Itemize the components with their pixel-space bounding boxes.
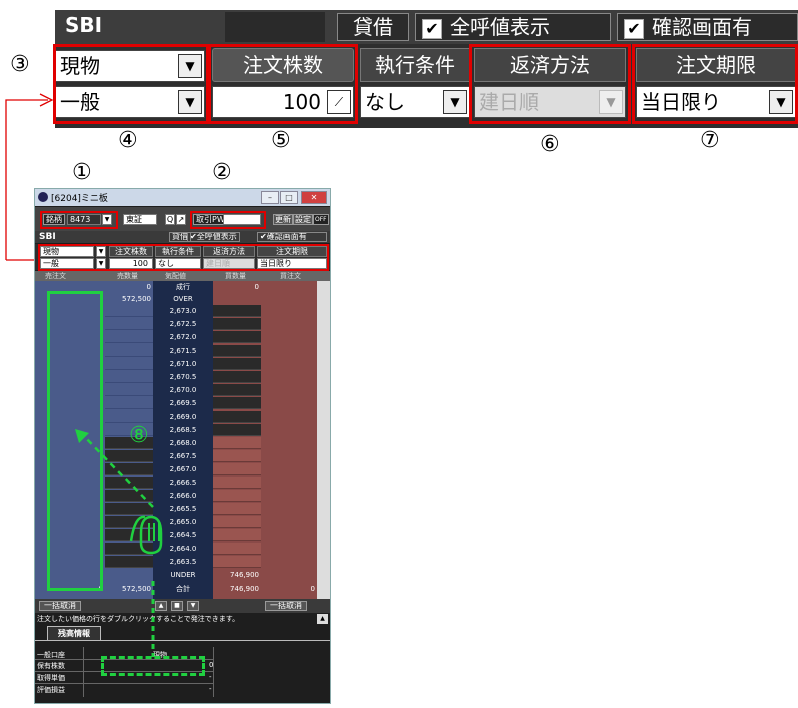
marker-4: ④: [118, 128, 138, 153]
marker-6: ⑥: [540, 132, 560, 157]
gesture-overlay: [75, 429, 163, 657]
marker-8: ⑧: [129, 423, 149, 448]
chevron-down-icon[interactable]: ▼: [443, 90, 467, 114]
check-icon: ✔: [624, 18, 644, 39]
all-price-label: 全呼値表示: [450, 15, 550, 39]
double-click-icon: [129, 515, 163, 555]
confirm-checkbox[interactable]: ✔ 確認画面有: [617, 13, 798, 41]
mini-board-window: [6204]ミニ板 – □ ✕ 銘柄 8473 ▼ 東証 Q ↗ 取引PW 更新…: [34, 188, 331, 704]
zoom-toolbar: SBI 貸借 ✔ 全呼値表示 ✔ 確認画面有: [55, 10, 798, 44]
all-price-checkbox[interactable]: ✔ 全呼値表示: [415, 13, 611, 41]
marker-3: ③: [10, 52, 30, 77]
highlight-5: [208, 44, 358, 124]
check-icon: ✔: [422, 18, 442, 39]
highlight-3-4: [53, 44, 209, 124]
toolbar-spacer: [225, 12, 325, 42]
highlight-7: [632, 44, 798, 124]
exec-value: なし: [365, 90, 405, 114]
confirm-label: 確認画面有: [652, 15, 752, 39]
marker-5: ⑤: [271, 128, 291, 153]
marker-7: ⑦: [700, 128, 720, 153]
exec-select[interactable]: なし ▼: [360, 86, 470, 118]
arrow-head-icon: [75, 429, 89, 443]
taishaku-button[interactable]: 貸借: [337, 13, 409, 41]
brand-label: SBI: [65, 13, 103, 37]
exec-header: 執行条件: [360, 48, 470, 82]
marker-2: ②: [212, 160, 232, 185]
marker-1: ①: [72, 160, 92, 185]
highlight-6: [469, 44, 631, 124]
